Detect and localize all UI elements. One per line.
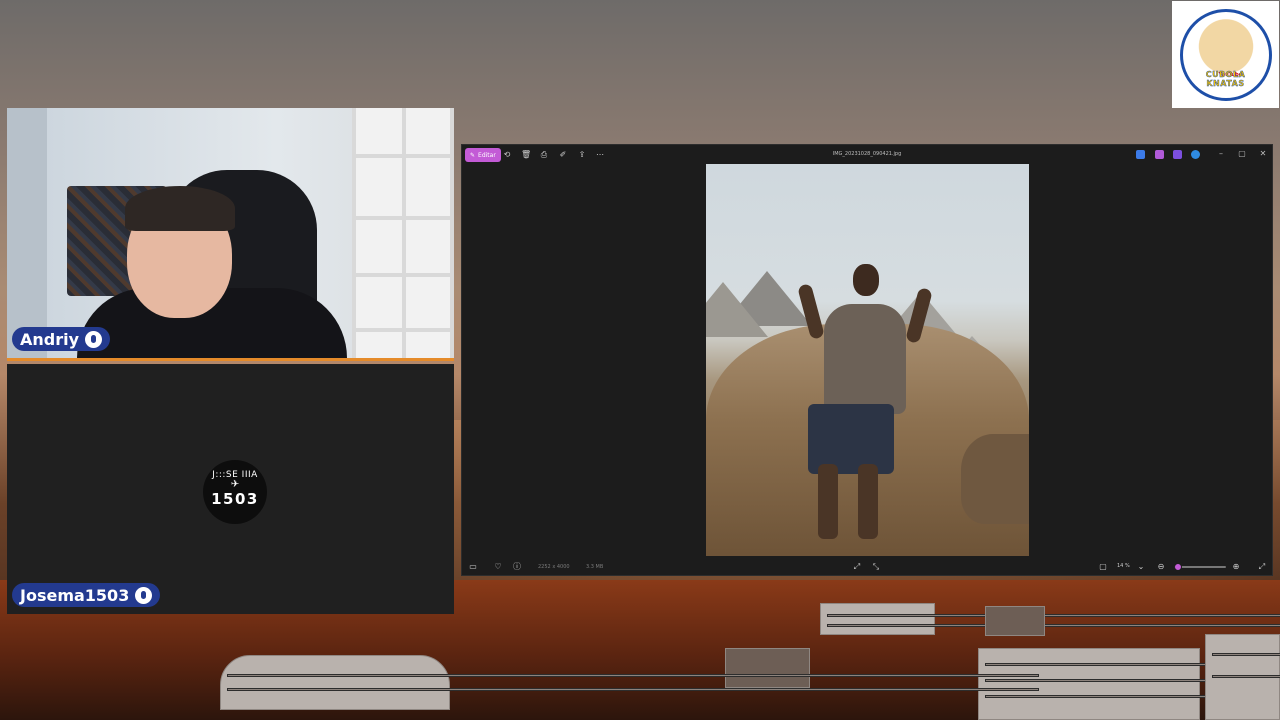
webcam-feed [7,108,454,361]
airplane-icon: ✈ [230,479,240,490]
zoom-in-icon[interactable]: ⊕ [1231,562,1241,572]
minimize-icon[interactable]: – [1216,149,1226,159]
participant-name: Andriy [20,329,80,349]
expand-icon[interactable]: ⤢ [1257,562,1267,572]
favorite-icon[interactable]: ♡ [493,562,503,572]
person-shirt [824,304,906,414]
background-building [978,648,1280,720]
background-building [985,606,1045,636]
photos-app-window: ✎ Editar ⟲ 🗑 ⎙ ✐ ⇪ ⋯ IMG_20231028_090421… [461,144,1273,576]
participant-name: Josema1503 [20,585,130,605]
zoom-slider-thumb[interactable] [1174,563,1183,571]
participant-panel: J:::SE IIIA ✈ 1503 [7,364,454,614]
photos-ai-icon[interactable] [1173,150,1182,159]
avatar-number: 1503 [211,490,259,508]
background-building [725,648,810,688]
aspect-icon[interactable]: ▢ [1098,562,1108,572]
avatar: J:::SE IIIA ✈ 1503 [203,460,267,524]
person-head [853,264,879,296]
channel-logo: YouTube CUBOLA KNATAS [1172,1,1279,108]
fox-guitar-logo-icon: YouTube CUBOLA KNATAS [1179,8,1272,101]
file-title: IMG_20231028_090421.jpg [832,151,902,157]
fullscreen-view-icon[interactable]: ⤡ [871,562,881,572]
file-size: 3.3 MB [586,564,604,570]
zoom-slider[interactable] [1174,563,1226,571]
close-icon[interactable]: ✕ [1258,149,1268,159]
chevron-down-icon[interactable]: ⌄ [1136,562,1146,572]
logo-text: CUBOLA KNATAS [1205,69,1246,88]
participant-name-tag: Andriy [12,327,111,351]
pyramid [706,282,768,337]
background-building [820,603,1280,635]
image-dimensions: 2252 x 4000 [538,564,570,570]
photo-viewer-image[interactable] [706,164,1029,556]
background-building [220,655,1039,710]
bottom-bar: ▭ ♡ ⓘ 2252 x 4000 3.3 MB ⤢ ⤡ ▢ 14 % ⌄ ⊖ … [462,557,1272,576]
title-bar: ✎ Editar ⟲ 🗑 ⎙ ✐ ⇪ ⋯ IMG_20231028_090421… [462,145,1272,165]
participant-name-tag: Josema1503 [12,583,161,607]
designer-icon[interactable] [1136,150,1145,159]
camel [961,434,1029,524]
info-icon[interactable]: ⓘ [512,562,522,572]
microphone-icon [135,586,153,604]
filmstrip-icon[interactable]: ▭ [468,562,478,572]
zoom-out-icon[interactable]: ⊖ [1156,562,1166,572]
maximize-icon[interactable]: ▢ [1237,149,1247,159]
bookshelf [352,108,454,358]
microphone-icon [85,330,103,348]
background-building [1205,634,1280,720]
fit-icon[interactable]: ⤢ [852,562,862,572]
zoom-level[interactable]: 14 % [1117,563,1130,569]
copilot-icon[interactable] [1155,150,1164,159]
onedrive-icon[interactable] [1191,150,1200,159]
